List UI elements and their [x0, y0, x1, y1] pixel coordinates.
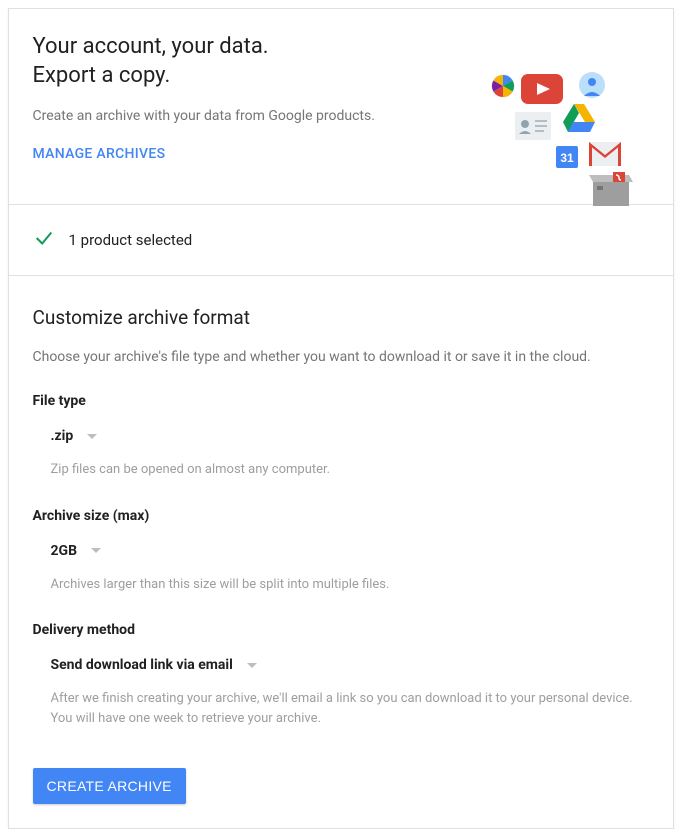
archive-size-help: Archives larger than this size will be s… — [33, 575, 649, 595]
selected-products-text: 1 product selected — [69, 231, 193, 249]
archive-size-value: 2GB — [51, 543, 78, 559]
selected-products-row[interactable]: 1 product selected — [9, 205, 673, 276]
archive-box-icon — [589, 172, 633, 212]
manage-archives-link[interactable]: MANAGE ARCHIVES — [33, 146, 166, 162]
chevron-down-icon — [87, 434, 97, 439]
file-type-dropdown[interactable]: .zip — [33, 428, 98, 444]
product-icon-cluster: 31 — [491, 64, 651, 214]
svg-text:31: 31 — [560, 151, 574, 165]
chevron-down-icon — [247, 663, 257, 668]
drive-icon — [563, 104, 595, 136]
customize-section: Customize archive format Choose your arc… — [9, 276, 673, 828]
customize-desc: Choose your archive's file type and whet… — [33, 349, 649, 365]
calendar-icon: 31 — [556, 146, 578, 172]
archive-size-field: Archive size (max) 2GB Archives larger t… — [33, 508, 649, 595]
delivery-method-label: Delivery method — [33, 622, 649, 638]
gmail-icon — [589, 142, 621, 170]
archive-size-dropdown[interactable]: 2GB — [33, 543, 102, 559]
chevron-down-icon — [91, 548, 101, 553]
create-archive-button[interactable]: CREATE ARCHIVE — [33, 768, 186, 804]
customize-title: Customize archive format — [33, 306, 649, 329]
file-type-value: .zip — [51, 428, 74, 444]
avatar-icon — [579, 72, 605, 102]
contacts-card-icon — [515, 112, 551, 144]
checkmark-icon — [33, 227, 55, 253]
file-type-label: File type — [33, 393, 649, 409]
delivery-method-dropdown[interactable]: Send download link via email — [33, 657, 257, 673]
title-line-2: Export a copy. — [33, 63, 171, 88]
file-type-help: Zip files can be opened on almost any co… — [33, 460, 649, 480]
delivery-method-value: Send download link via email — [51, 657, 233, 673]
delivery-method-field: Delivery method Send download link via e… — [33, 622, 649, 728]
delivery-method-help: After we finish creating your archive, w… — [33, 689, 649, 728]
photos-icon — [491, 74, 515, 102]
archive-size-label: Archive size (max) — [33, 508, 649, 524]
youtube-icon — [521, 74, 563, 108]
header-section: Your account, your data. Export a copy. … — [9, 9, 673, 205]
file-type-field: File type .zip Zip files can be opened o… — [33, 393, 649, 480]
takeout-card: Your account, your data. Export a copy. … — [8, 8, 674, 829]
title-line-1: Your account, your data. — [33, 34, 269, 59]
